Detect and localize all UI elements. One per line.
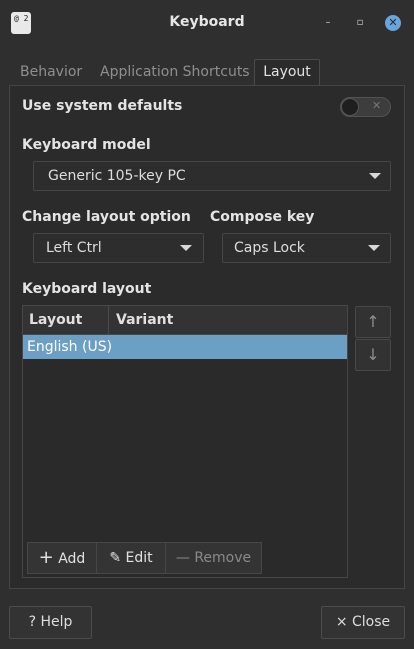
compose-key-value: Caps Lock	[234, 240, 305, 256]
compose-key-label: Compose key	[210, 209, 315, 225]
chevron-down-icon	[369, 173, 381, 179]
toggle-off-icon: ✕	[372, 99, 382, 112]
add-layout-button[interactable]: + Add	[27, 542, 97, 574]
compose-key-select[interactable]: Caps Lock	[222, 233, 391, 263]
arrow-up-icon: ↑	[366, 312, 380, 331]
remove-layout-button[interactable]: — Remove	[165, 542, 262, 574]
change-layout-option-select[interactable]: Left Ctrl	[33, 233, 204, 263]
chevron-down-icon	[180, 245, 192, 251]
help-button[interactable]: ? Help	[9, 606, 92, 639]
plus-icon: +	[38, 547, 54, 568]
help-icon: ?	[28, 614, 37, 630]
remove-label: Remove	[194, 550, 252, 566]
keyboard-model-label: Keyboard model	[22, 137, 151, 153]
maximize-icon[interactable]: ▫	[352, 15, 368, 31]
minimize-icon[interactable]: –	[320, 15, 336, 31]
add-label: Add	[58, 551, 86, 567]
edit-label: Edit	[125, 550, 153, 566]
keyboard-model-select[interactable]: Generic 105-key PC	[33, 161, 391, 191]
tab-behavior[interactable]: Behavior	[20, 60, 82, 84]
help-label: Help	[40, 614, 73, 630]
edit-layout-button[interactable]: ✎ Edit	[96, 542, 166, 574]
column-header-layout[interactable]: Layout	[29, 312, 82, 328]
tab-application-shortcuts[interactable]: Application Shortcuts	[100, 60, 250, 84]
column-divider	[108, 306, 109, 335]
keyboard-layout-label: Keyboard layout	[22, 281, 152, 297]
column-header-variant[interactable]: Variant	[116, 312, 173, 328]
change-layout-option-label: Change layout option	[22, 209, 191, 225]
pencil-icon: ✎	[109, 550, 122, 566]
use-system-defaults-label: Use system defaults	[22, 98, 183, 114]
close-window-icon[interactable]: ✕	[385, 15, 401, 31]
tab-layout[interactable]: Layout	[254, 59, 320, 85]
layout-cell: English (US)	[27, 339, 113, 355]
close-button[interactable]: × Close	[321, 606, 405, 639]
arrow-down-icon: ↓	[366, 345, 380, 364]
chevron-down-icon	[368, 245, 380, 251]
close-icon: ×	[335, 614, 348, 630]
keyboard-model-value: Generic 105-key PC	[48, 168, 186, 184]
move-down-button[interactable]: ↓	[355, 339, 391, 371]
move-up-button[interactable]: ↑	[355, 306, 391, 338]
close-label: Close	[352, 614, 391, 630]
minus-icon: —	[175, 550, 190, 566]
toggle-knob	[341, 98, 359, 116]
change-layout-option-value: Left Ctrl	[46, 240, 102, 256]
